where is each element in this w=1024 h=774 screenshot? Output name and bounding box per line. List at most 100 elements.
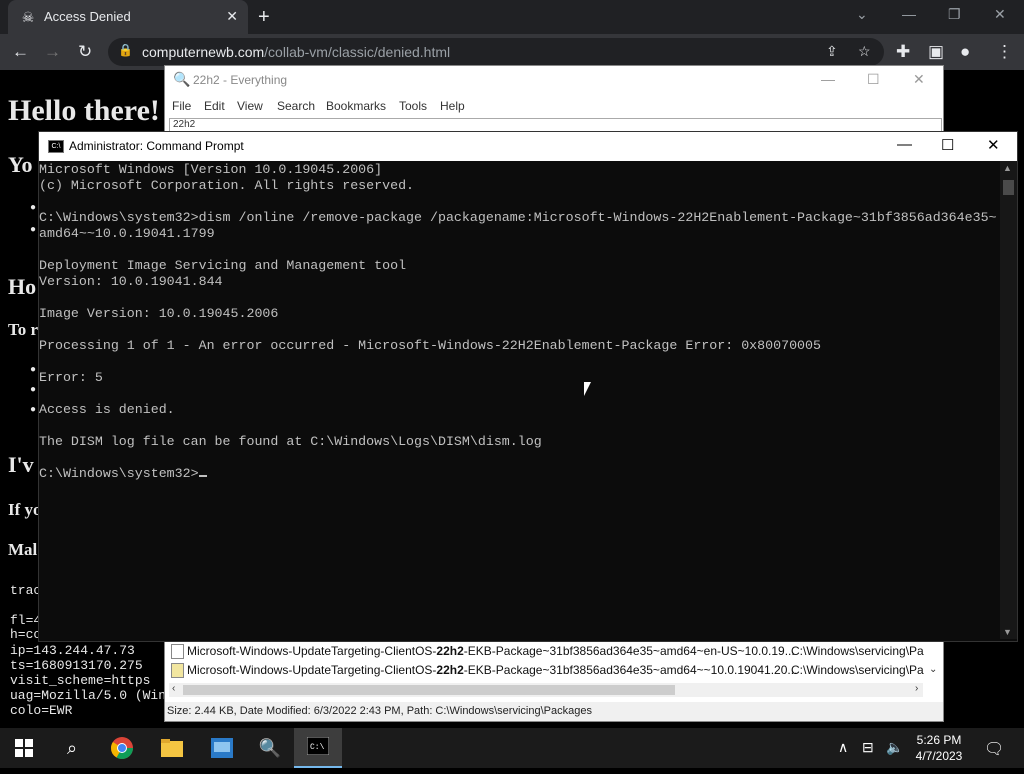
- extensions-icon[interactable]: ✚: [896, 42, 910, 62]
- everything-maximize-button[interactable]: ☐: [867, 71, 880, 88]
- control-panel-icon[interactable]: [198, 728, 246, 768]
- cmd-vertical-scrollbar[interactable]: ▲ ▼: [1000, 161, 1017, 639]
- page-fragment-5: If yo: [8, 500, 42, 519]
- menu-help[interactable]: Help: [440, 99, 465, 113]
- file-icon: [171, 644, 184, 659]
- url-text[interactable]: computernewb.com/collab-vm/classic/denie…: [142, 44, 450, 60]
- file-explorer-icon[interactable]: [148, 728, 196, 768]
- taskbar-clock[interactable]: 5:26 PM 4/7/2023: [896, 732, 982, 764]
- profile-avatar-icon[interactable]: ●: [960, 42, 970, 62]
- everything-close-button[interactable]: ✕: [913, 71, 925, 88]
- skull-favicon-icon: ☠: [21, 9, 35, 25]
- scrollbar-thumb[interactable]: [183, 685, 675, 695]
- browser-tab-bar: ☠ Access Denied ✕ + ⌄ — ❐ ✕: [0, 0, 1024, 34]
- new-tab-button[interactable]: +: [258, 6, 270, 29]
- magnifier-icon: 🔍: [173, 71, 191, 87]
- result-name: Microsoft-Windows-UpdateTargeting-Client…: [187, 663, 798, 677]
- svg-text:C:\: C:\: [310, 743, 325, 752]
- bullet: ●: [30, 364, 37, 375]
- url-path: /collab-vm/classic/denied.html: [264, 44, 451, 60]
- menu-tools[interactable]: Tools: [399, 99, 427, 113]
- command-prompt-window[interactable]: C:\ Administrator: Command Prompt — ☐ ✕ …: [38, 131, 1018, 642]
- cmd-titlebar[interactable]: C:\ Administrator: Command Prompt — ☐ ✕: [39, 132, 1017, 161]
- result-row[interactable]: Microsoft-Windows-UpdateTargeting-Client…: [169, 661, 939, 679]
- status-text: Size: 2.44 KB, Date Modified: 6/3/2022 2…: [167, 705, 592, 717]
- menu-search[interactable]: Search: [277, 99, 315, 113]
- cmd-window-icon: C:\: [48, 140, 64, 153]
- reload-icon[interactable]: ↻: [78, 42, 92, 62]
- forward-arrow-icon[interactable]: →: [44, 42, 61, 62]
- menu-file[interactable]: File: [172, 99, 191, 113]
- page-fragment-6: Mal: [8, 540, 38, 559]
- text-cursor: [198, 475, 207, 477]
- everything-minimize-button[interactable]: —: [821, 71, 835, 87]
- browser-close-button[interactable]: ✕: [994, 6, 1006, 23]
- everything-search-input[interactable]: 22h2: [169, 118, 942, 132]
- scroll-up-icon[interactable]: ▲: [1003, 163, 1012, 173]
- show-hidden-icons-chevron-icon[interactable]: ∧: [838, 739, 848, 756]
- side-panel-icon[interactable]: ▣: [928, 42, 944, 62]
- result-path: C:\Windows\servicing\Pa: [791, 644, 924, 658]
- trace-line-2: fl=4: [10, 613, 42, 628]
- menu-bookmarks[interactable]: Bookmarks: [326, 99, 386, 113]
- page-fragment-2: Ho: [8, 274, 37, 299]
- scroll-left-icon[interactable]: ‹: [172, 683, 175, 694]
- address-bar[interactable]: 🔒 computernewb.com/collab-vm/classic/den…: [108, 38, 884, 66]
- windows-start-icon[interactable]: [0, 728, 48, 768]
- share-icon[interactable]: ⇪: [826, 43, 838, 60]
- console-prompt-line[interactable]: C:\Windows\system32>: [39, 466, 207, 481]
- result-path: C:\Windows\servicing\Pa: [791, 663, 924, 677]
- trace-line-4: ip=143.244.47.73: [10, 643, 135, 658]
- trace-line-0: trac: [10, 583, 42, 598]
- action-center-icon[interactable]: 🗨: [984, 739, 1004, 759]
- everything-search-icon[interactable]: 🔍: [246, 728, 294, 768]
- menu-edit[interactable]: Edit: [204, 99, 225, 113]
- cmd-minimize-button[interactable]: —: [897, 136, 912, 153]
- console-line: Access is denied.: [39, 402, 175, 417]
- result-name: Microsoft-Windows-UpdateTargeting-Client…: [187, 644, 795, 658]
- clock-date: 4/7/2023: [915, 749, 963, 763]
- console-line: (c) Microsoft Corporation. All rights re…: [39, 178, 415, 193]
- trace-line-5: ts=1680913170.275: [10, 658, 143, 673]
- result-row[interactable]: Microsoft-Windows-UpdateTargeting-Client…: [169, 642, 939, 660]
- command-prompt-icon[interactable]: C:\: [294, 728, 342, 768]
- page-heading: Hello there!: [8, 94, 160, 127]
- console-line: Error: 5: [39, 370, 103, 385]
- tab-search-chevron-icon[interactable]: ⌄: [856, 6, 868, 23]
- everything-statusbar: Size: 2.44 KB, Date Modified: 6/3/2022 2…: [165, 702, 943, 721]
- bullet: ●: [30, 224, 37, 235]
- console-line: Microsoft Windows [Version 10.0.19045.20…: [39, 162, 383, 177]
- cmd-title: Administrator: Command Prompt: [69, 139, 244, 153]
- bullet: ●: [30, 202, 37, 213]
- search-icon[interactable]: ⌕: [48, 728, 96, 768]
- cmd-maximize-button[interactable]: ☐: [941, 136, 954, 154]
- console-line: C:\Windows\system32>dism /online /remove…: [39, 210, 997, 225]
- scroll-right-icon[interactable]: ›: [915, 683, 918, 694]
- menu-view[interactable]: View: [237, 99, 263, 113]
- trace-line-3: h=co: [10, 627, 42, 642]
- tab-close-icon[interactable]: ✕: [226, 8, 238, 25]
- browser-minimize-button[interactable]: —: [902, 6, 916, 22]
- browser-tab-active[interactable]: ☠ Access Denied ✕: [8, 0, 248, 34]
- everything-titlebar[interactable]: 🔍 22h2 - Everything — ☐ ✕: [165, 66, 943, 96]
- cmd-close-button[interactable]: ✕: [987, 136, 1000, 154]
- bookmark-star-icon[interactable]: ☆: [858, 43, 871, 60]
- browser-menu-icon[interactable]: ⋮: [996, 42, 1013, 62]
- trace-line-6: visit_scheme=https: [10, 673, 151, 688]
- lock-icon[interactable]: 🔒: [118, 43, 133, 57]
- chrome-icon[interactable]: [98, 728, 146, 768]
- bullet: ●: [30, 404, 37, 415]
- back-arrow-icon[interactable]: ←: [12, 42, 29, 62]
- windows-taskbar: ⌕ 🔍 C:\ ∧ ⊟ 🔈 5:26 PM 4/7/2023 🗨: [0, 728, 1024, 768]
- scroll-down-chevron-icon[interactable]: ⌄: [929, 664, 937, 675]
- horizontal-scrollbar[interactable]: ‹ ›: [169, 683, 923, 697]
- console-line: Image Version: 10.0.19045.2006: [39, 306, 279, 321]
- cmd-scrollbar-thumb[interactable]: [1003, 180, 1014, 195]
- scroll-down-icon[interactable]: ▼: [1003, 627, 1012, 637]
- console-line: Deployment Image Servicing and Managemen…: [39, 258, 407, 273]
- cmd-console-output[interactable]: Microsoft Windows [Version 10.0.19045.20…: [39, 161, 999, 639]
- browser-restore-button[interactable]: ❐: [948, 6, 961, 23]
- trace-line-8: colo=EWR: [10, 703, 73, 718]
- network-icon[interactable]: ⊟: [862, 739, 874, 756]
- url-host: computernewb.com: [142, 44, 265, 60]
